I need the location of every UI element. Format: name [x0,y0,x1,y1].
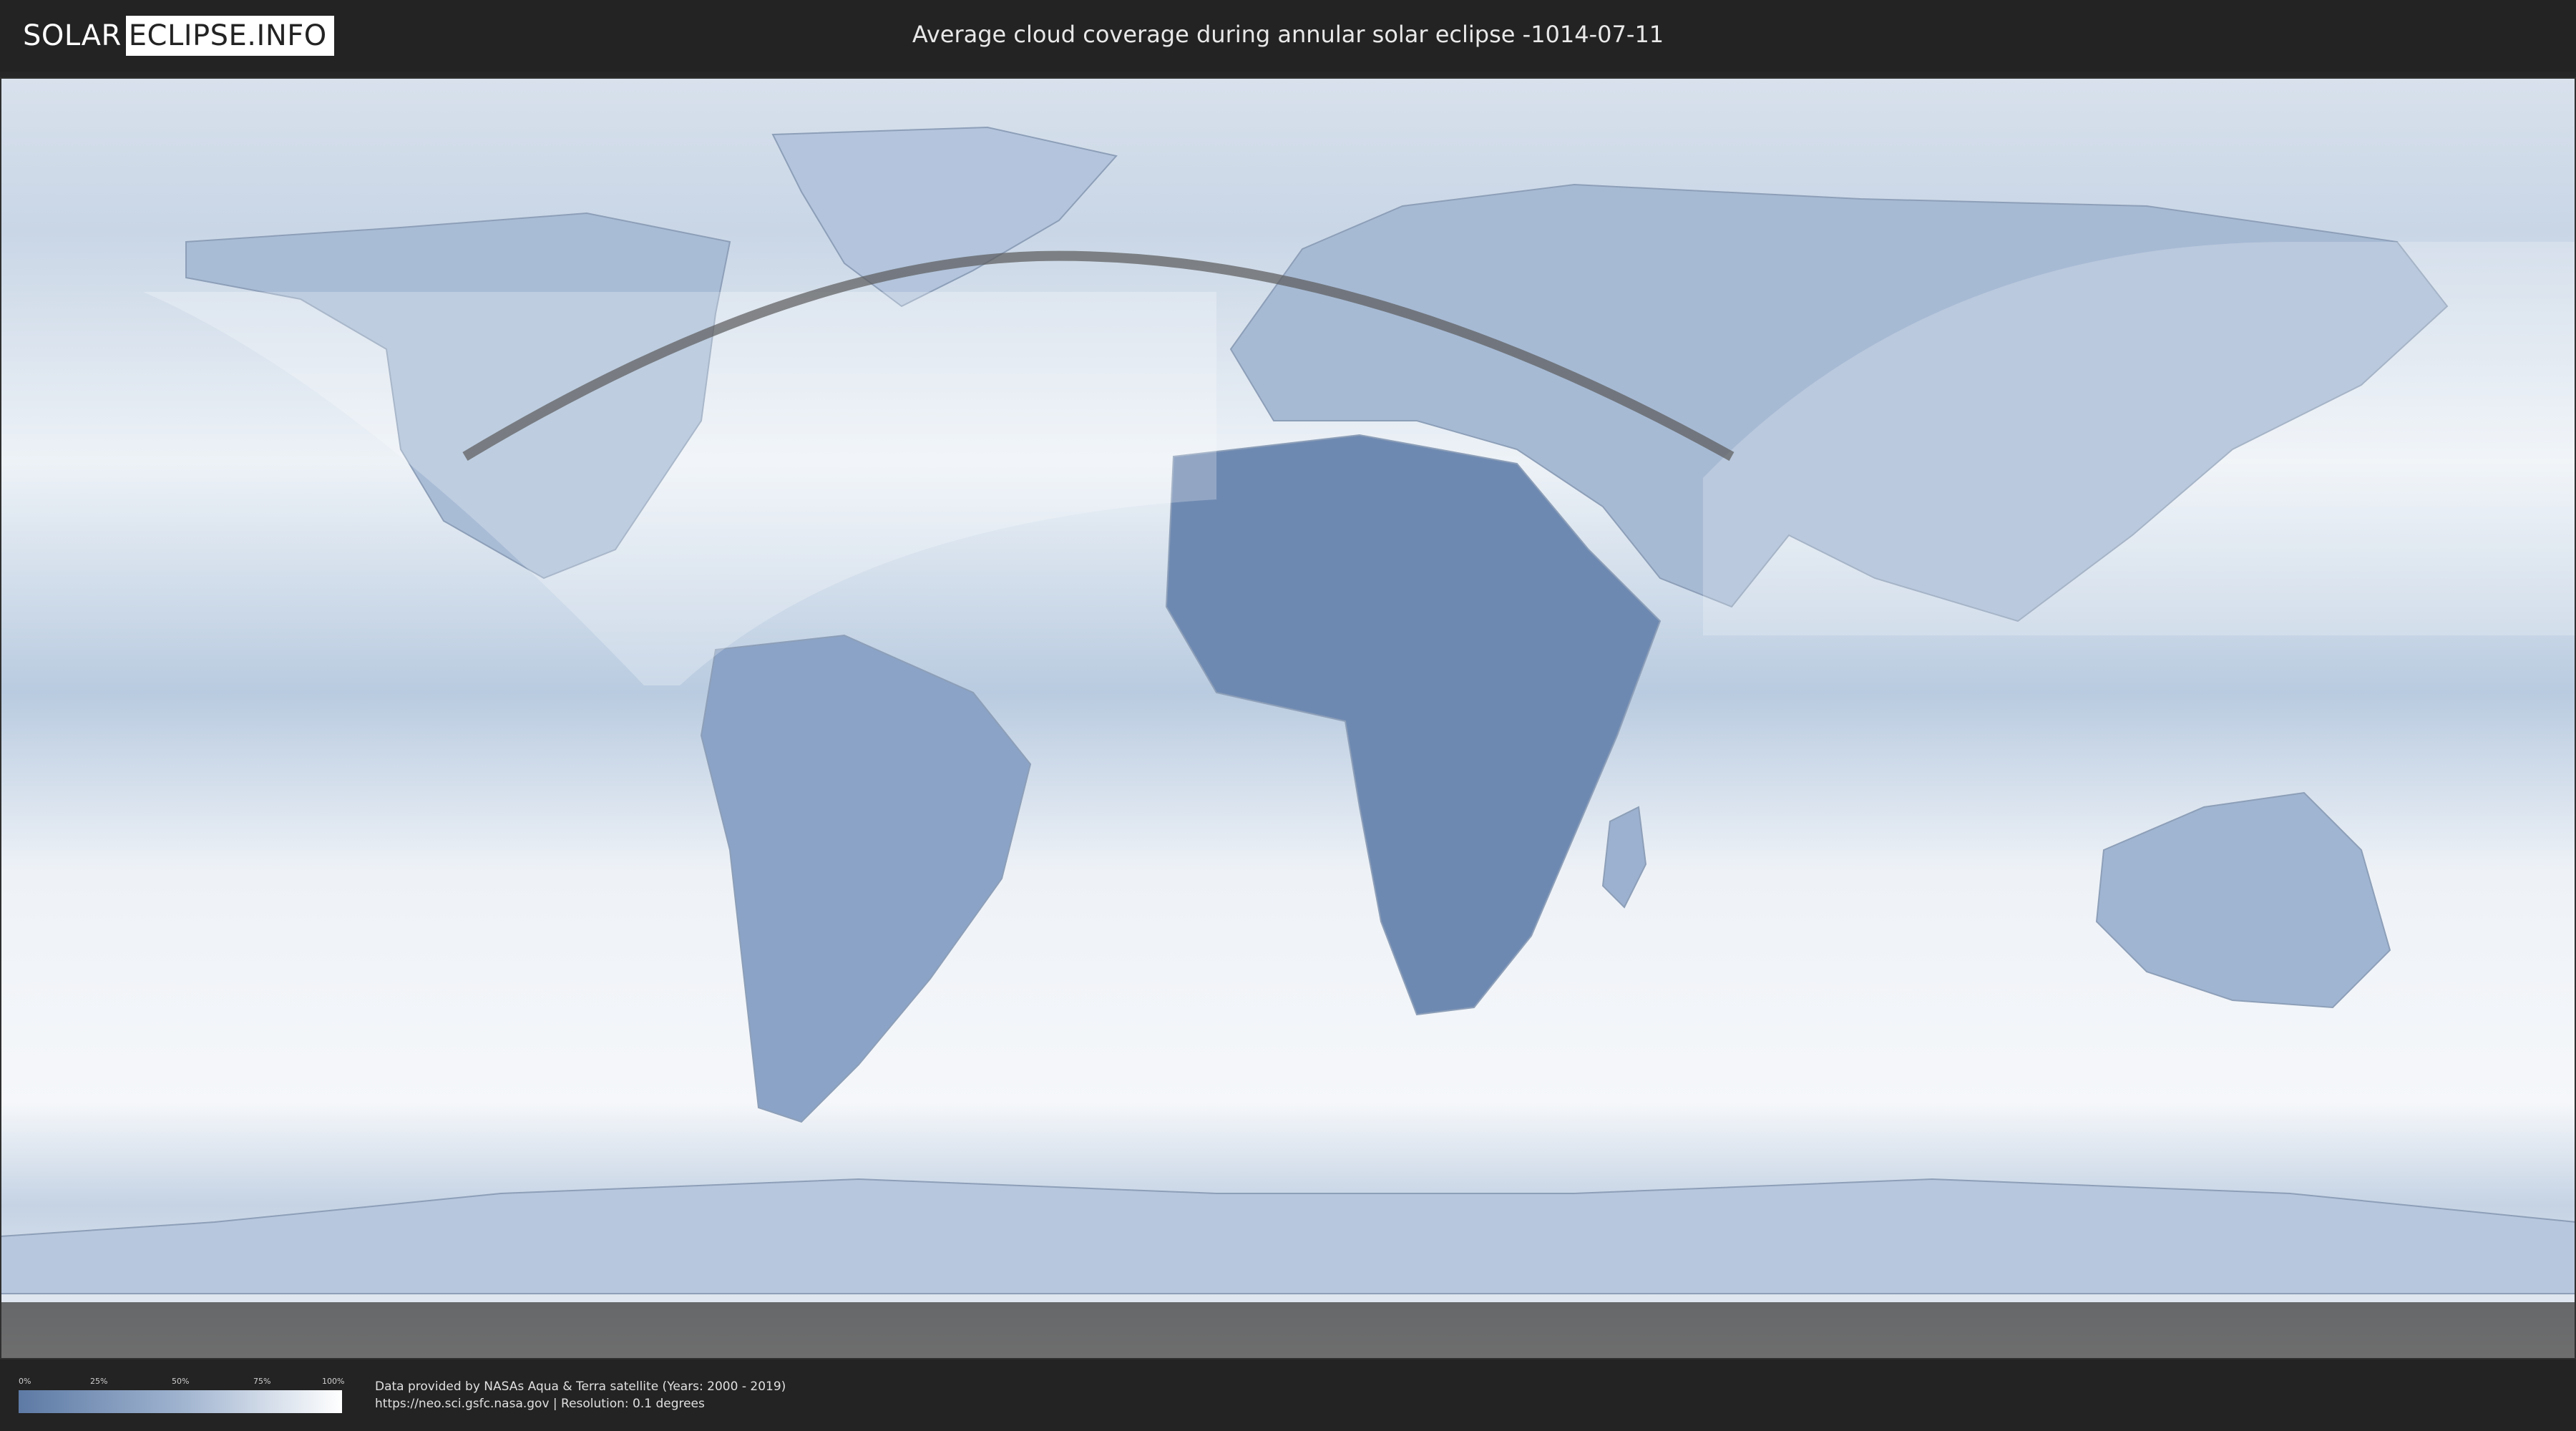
footer-bar [0,1359,2576,1431]
legend-tick-100: 100% [322,1377,345,1386]
header-bar: SOLAR ECLIPSE.INFO Average cloud coverag… [0,0,2576,72]
legend-tick-0: 0% [19,1377,31,1386]
page-title: Average cloud coverage during annular so… [912,21,1664,48]
cloud-coverage-map[interactable] [0,77,2576,1359]
legend-tick-50: 50% [172,1377,190,1386]
night-shadow-bottom [0,1302,2576,1359]
data-credit-line: Data provided by NASAs Aqua & Terra sate… [375,1379,786,1394]
cloud-coverage-legend-bar [19,1390,342,1413]
legend-tick-75: 75% [253,1377,271,1386]
data-source-link[interactable]: https://neo.sci.gsfc.nasa.gov | Resoluti… [375,1397,705,1411]
legend-tick-25: 25% [90,1377,108,1386]
